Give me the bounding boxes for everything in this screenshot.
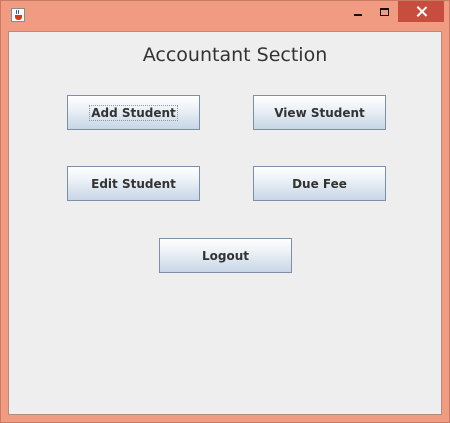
- due-fee-button[interactable]: Due Fee: [253, 166, 386, 201]
- title-bar[interactable]: [1, 1, 449, 31]
- maximize-icon: [380, 7, 389, 16]
- view-student-label: View Student: [274, 105, 365, 120]
- content-panel: Accountant Section Add Student View Stud…: [8, 31, 442, 415]
- java-cup-icon[interactable]: [11, 8, 25, 22]
- minimize-button[interactable]: [344, 1, 371, 22]
- view-student-button[interactable]: View Student: [253, 95, 386, 130]
- add-student-label: Add Student: [89, 104, 178, 121]
- minimize-icon: [353, 14, 362, 16]
- edit-student-button[interactable]: Edit Student: [67, 166, 200, 201]
- close-button[interactable]: [398, 1, 444, 22]
- add-student-button[interactable]: Add Student: [67, 95, 200, 130]
- due-fee-label: Due Fee: [292, 176, 347, 191]
- maximize-button[interactable]: [371, 1, 398, 22]
- application-window: Accountant Section Add Student View Stud…: [0, 0, 450, 423]
- logout-button[interactable]: Logout: [159, 238, 292, 273]
- page-title: Accountant Section: [142, 44, 328, 66]
- close-icon: [416, 6, 427, 17]
- logout-label: Logout: [201, 248, 249, 263]
- edit-student-label: Edit Student: [91, 176, 176, 191]
